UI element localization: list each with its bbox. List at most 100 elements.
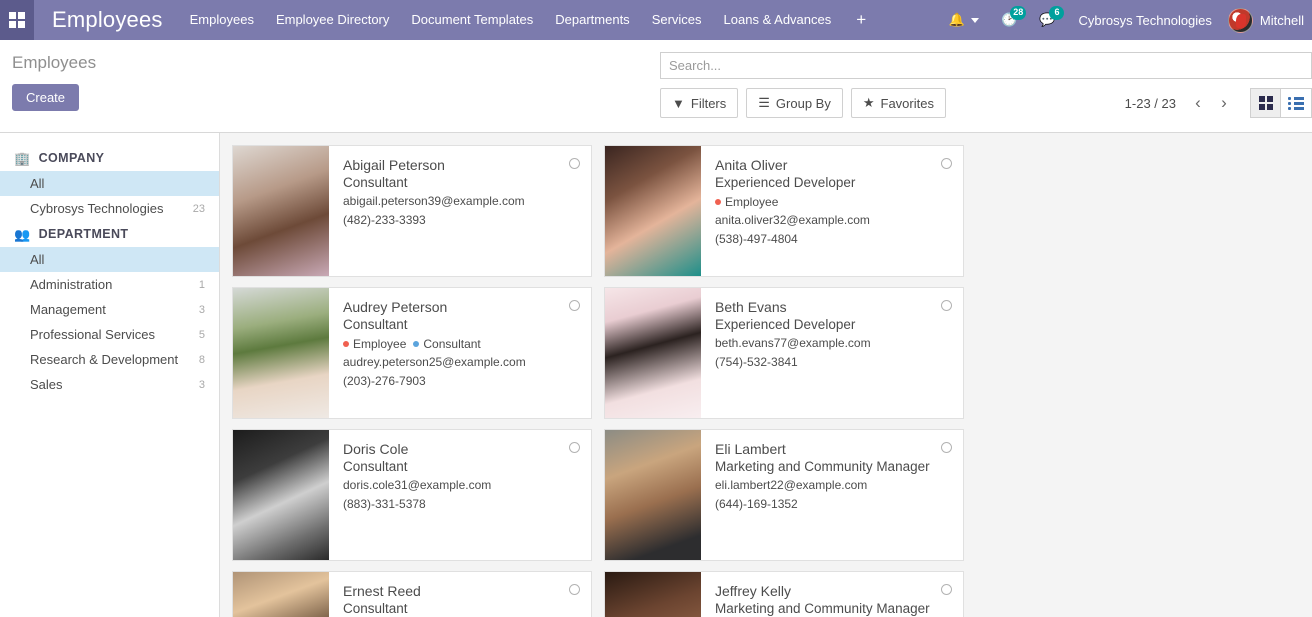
chevron-left-icon[interactable]: ‹ [1186,89,1210,117]
employee-tag-list: Employee [715,193,953,211]
favorites-button[interactable]: ★ Favorites [850,88,946,118]
sidebar-item-count: 1 [198,278,205,291]
chevron-right-icon[interactable]: › [1212,89,1236,117]
sidebar-item-cybrosys-technologies[interactable]: Cybrosys Technologies 23 [0,196,219,221]
navbar-menu-departments[interactable]: Departments [544,0,640,40]
employee-email[interactable]: eli.lambert22@example.com [715,476,953,495]
list-view-icon[interactable] [1281,88,1312,118]
employee-card-body: Ernest ReedConsultanternest.reed47@examp… [329,572,591,617]
employee-job-title: Experienced Developer [715,317,856,332]
sidebar-item-professional-services[interactable]: Professional Services 5 [0,322,219,347]
sidebar-item-count: 3 [198,303,205,316]
employee-kanban-card[interactable]: Jeffrey Kelly Marketing and Community Man… [604,571,964,617]
sidebar-section-company: 🏢 COMPANY [0,145,219,171]
employee-kanban-card[interactable]: Abigail Peterson Consultant abigail.peters… [232,145,592,277]
sidebar-section-title: COMPANY [38,151,105,165]
group-by-button[interactable]: ☰ Group By [746,88,843,118]
breadcrumb[interactable]: Employees [12,53,660,73]
employee-name[interactable]: Doris Cole [343,440,581,458]
messages-count-badge: 6 [1049,6,1065,20]
sidebar-item-management[interactable]: Management 3 [0,297,219,322]
systray: 🔔 🕑 28 💬 6 Cybrosys Technologies Mitchel… [938,0,1312,40]
employee-email[interactable]: audrey.peterson25@example.com [343,353,581,372]
favorites-label: Favorites [880,95,934,111]
employee-email[interactable]: beth.evans77@example.com [715,334,953,353]
employee-photo [233,146,329,276]
employee-job-title: Consultant [343,317,408,332]
employee-email[interactable]: abigail.peterson39@example.com [343,192,581,211]
navbar-menu-document-templates[interactable]: Document Templates [400,0,544,40]
search-input[interactable] [669,58,1303,73]
employee-phone[interactable]: (644)-169-1352 [715,495,953,514]
tag-dot-icon [343,340,349,347]
app-brand-title: Employees [52,7,163,32]
navbar-menu-services[interactable]: Services [641,0,713,40]
employee-tag-label: Consultant [423,337,481,351]
activities-menu[interactable]: 🕑 28 [990,0,1028,40]
status-circle-icon[interactable] [941,158,952,169]
navbar-menu-loans-advances[interactable]: Loans & Advances [713,0,843,40]
search-bar[interactable] [660,52,1312,79]
add-new-menu-button[interactable]: + [842,0,880,40]
navbar-menu-list: Employees Employee Directory Document Temp… [179,0,843,40]
company-switcher[interactable]: Cybrosys Technologies [1066,13,1223,28]
bell-icon: 🔔 [948,12,966,27]
create-button[interactable]: Create [12,84,80,111]
control-panel-left: Employees Create [0,40,660,132]
navbar-menu-employee-directory[interactable]: Employee Directory [265,0,400,40]
status-circle-icon[interactable] [569,158,580,169]
sidebar-item-all[interactable]: All [0,247,219,272]
status-circle-icon[interactable] [941,584,952,595]
apps-grid-icon[interactable] [0,0,34,40]
employee-email[interactable]: doris.cole31@example.com [343,476,581,495]
status-circle-icon[interactable] [941,300,952,311]
employee-phone[interactable]: (482)-233-3393 [343,211,581,230]
activity-bell-menu[interactable]: 🔔 [938,0,990,40]
tag-dot-icon [413,340,420,347]
employee-job-title: Marketing and Community Manager [715,459,930,474]
sidebar-item-sales[interactable]: Sales 3 [0,372,219,397]
pager-counter[interactable]: 1-23 / 23 [1125,96,1176,111]
navbar-menu-employees[interactable]: Employees [179,0,265,40]
status-circle-icon[interactable] [569,584,580,595]
kanban-view-icon[interactable] [1250,88,1281,118]
employee-tag-label: Employee [353,337,407,351]
employee-name[interactable]: Anita Oliver [715,156,953,174]
employee-kanban-card[interactable]: Doris Cole Consultant doris.cole31@example… [232,429,592,561]
user-menu[interactable]: Mitchell [1224,7,1312,33]
control-panel: Employees Create ▼ Filters ☰ Group By ★ … [0,40,1312,133]
employee-kanban-card[interactable]: Beth Evans Experienced Developer beth.evan… [604,287,964,419]
sidebar-item-count: 8 [198,353,205,366]
filters-label: Filters [690,95,727,111]
status-circle-icon[interactable] [941,442,952,453]
employee-phone[interactable]: (538)-497-4804 [715,230,953,249]
employee-email[interactable]: anita.oliver32@example.com [715,211,953,230]
employee-kanban-card[interactable]: Anita Oliver Experienced Developer Employe… [604,145,964,277]
employee-kanban-card[interactable]: Eli Lambert Marketing and Community Manag… [604,429,964,561]
employee-kanban-card[interactable]: Audrey Peterson Consultant Employee Consult… [232,287,592,419]
sidebar-item-administration[interactable]: Administration 1 [0,272,219,297]
employee-name[interactable]: Abigail Peterson [343,156,581,174]
sidebar-item-research-development[interactable]: Research & Development 8 [0,347,219,372]
employee-kanban-card[interactable]: Ernest ReedConsultanternest.reed47@examp… [232,571,592,617]
employee-name[interactable]: Beth Evans [715,298,953,316]
filters-button[interactable]: ▼ Filters [660,88,739,118]
employee-phone[interactable]: (883)-331-5378 [343,495,581,514]
user-name-label: Mitchell [1259,12,1304,28]
employee-name[interactable]: Jeffrey Kelly [715,582,953,600]
employee-job-title: Consultant [343,459,408,474]
employee-photo [233,572,329,617]
employee-phone[interactable]: (754)-532-3841 [715,353,953,372]
messages-menu[interactable]: 💬 6 [1028,0,1066,40]
employee-tag: Employee [715,194,778,211]
status-circle-icon[interactable] [569,300,580,311]
chevron-down-icon [971,17,980,23]
employee-name[interactable]: Audrey Peterson [343,298,581,316]
employee-name[interactable]: Eli Lambert [715,440,953,458]
sidebar-item-all[interactable]: All [0,171,219,196]
employee-phone[interactable]: (203)-276-7903 [343,372,581,391]
employee-name[interactable]: Ernest Reed [343,582,581,600]
employee-card-body: Audrey Peterson Consultant Employee Consult… [329,288,591,418]
employee-card-body: Anita Oliver Experienced Developer Employe… [701,146,963,276]
status-circle-icon[interactable] [569,442,580,453]
